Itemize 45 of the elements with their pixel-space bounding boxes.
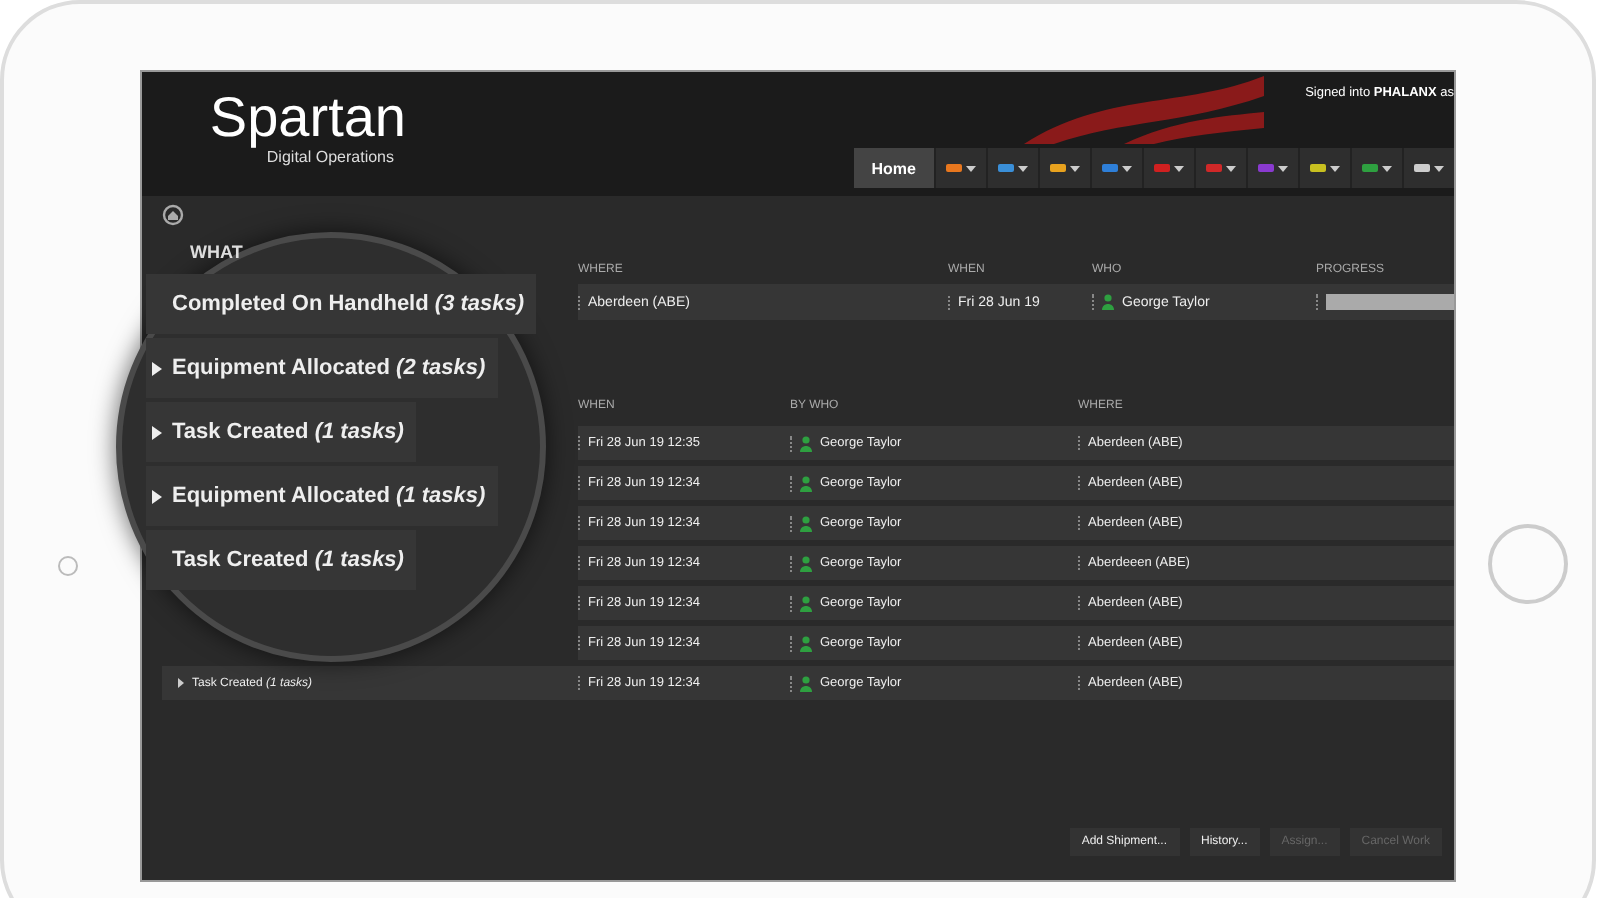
expand-icon[interactable] (152, 361, 162, 375)
menu-dropdown[interactable] (1402, 148, 1454, 188)
person-icon (800, 475, 812, 491)
person-icon (800, 555, 812, 571)
person-icon (800, 595, 812, 611)
progress-bar (1326, 294, 1454, 310)
expand-icon[interactable] (152, 489, 162, 503)
task-group-row[interactable]: Task Created (1 tasks) (146, 530, 416, 590)
task-group-row[interactable]: Completed On Handheld (3 tasks) (146, 274, 537, 334)
caret-icon (1174, 165, 1184, 171)
expand-icon[interactable] (152, 425, 162, 439)
caret-icon (1278, 165, 1288, 171)
home-icon[interactable] (162, 204, 184, 226)
menu-dropdown[interactable] (1038, 148, 1090, 188)
task-group-row[interactable]: Equipment Allocated (2 tasks) (146, 338, 498, 398)
menu-dropdown[interactable] (1350, 148, 1402, 188)
logo-subtitle: Digital Operations (266, 148, 394, 166)
task-group-label: Task Created (1 tasks) (172, 548, 404, 572)
camera-dot (58, 556, 78, 576)
person-icon (800, 515, 812, 531)
expand-icon[interactable] (178, 678, 184, 688)
caret-icon (1122, 165, 1132, 171)
caret-icon (1330, 165, 1340, 171)
caret-icon (1382, 165, 1392, 171)
task-group-label: Equipment Allocated (2 tasks) (172, 356, 486, 380)
home-tab[interactable]: Home (853, 148, 934, 188)
caret-icon (1434, 165, 1444, 171)
person-icon (800, 675, 812, 691)
person-icon (1102, 294, 1114, 310)
task-group-label: Task Created (1 tasks) (172, 420, 404, 444)
caret-icon (1018, 165, 1028, 171)
menu-dropdown[interactable] (1298, 148, 1350, 188)
task-group-label: Completed On Handheld (3 tasks) (172, 292, 525, 316)
menu-dropdown[interactable] (986, 148, 1038, 188)
menu-dropdown[interactable] (934, 148, 986, 188)
person-icon (800, 435, 812, 451)
task-group-label: Equipment Allocated (1 tasks) (172, 484, 486, 508)
caret-icon (966, 165, 976, 171)
logo-text: Spartan (209, 88, 406, 148)
caret-icon (1226, 165, 1236, 171)
task-group-row[interactable]: Equipment Allocated (1 tasks) (146, 466, 498, 526)
person-icon (800, 635, 812, 651)
column-header[interactable]: WHAT (190, 242, 243, 274)
caret-icon (1070, 165, 1080, 171)
task-group-row[interactable]: Task Created (1 tasks) (146, 402, 416, 462)
